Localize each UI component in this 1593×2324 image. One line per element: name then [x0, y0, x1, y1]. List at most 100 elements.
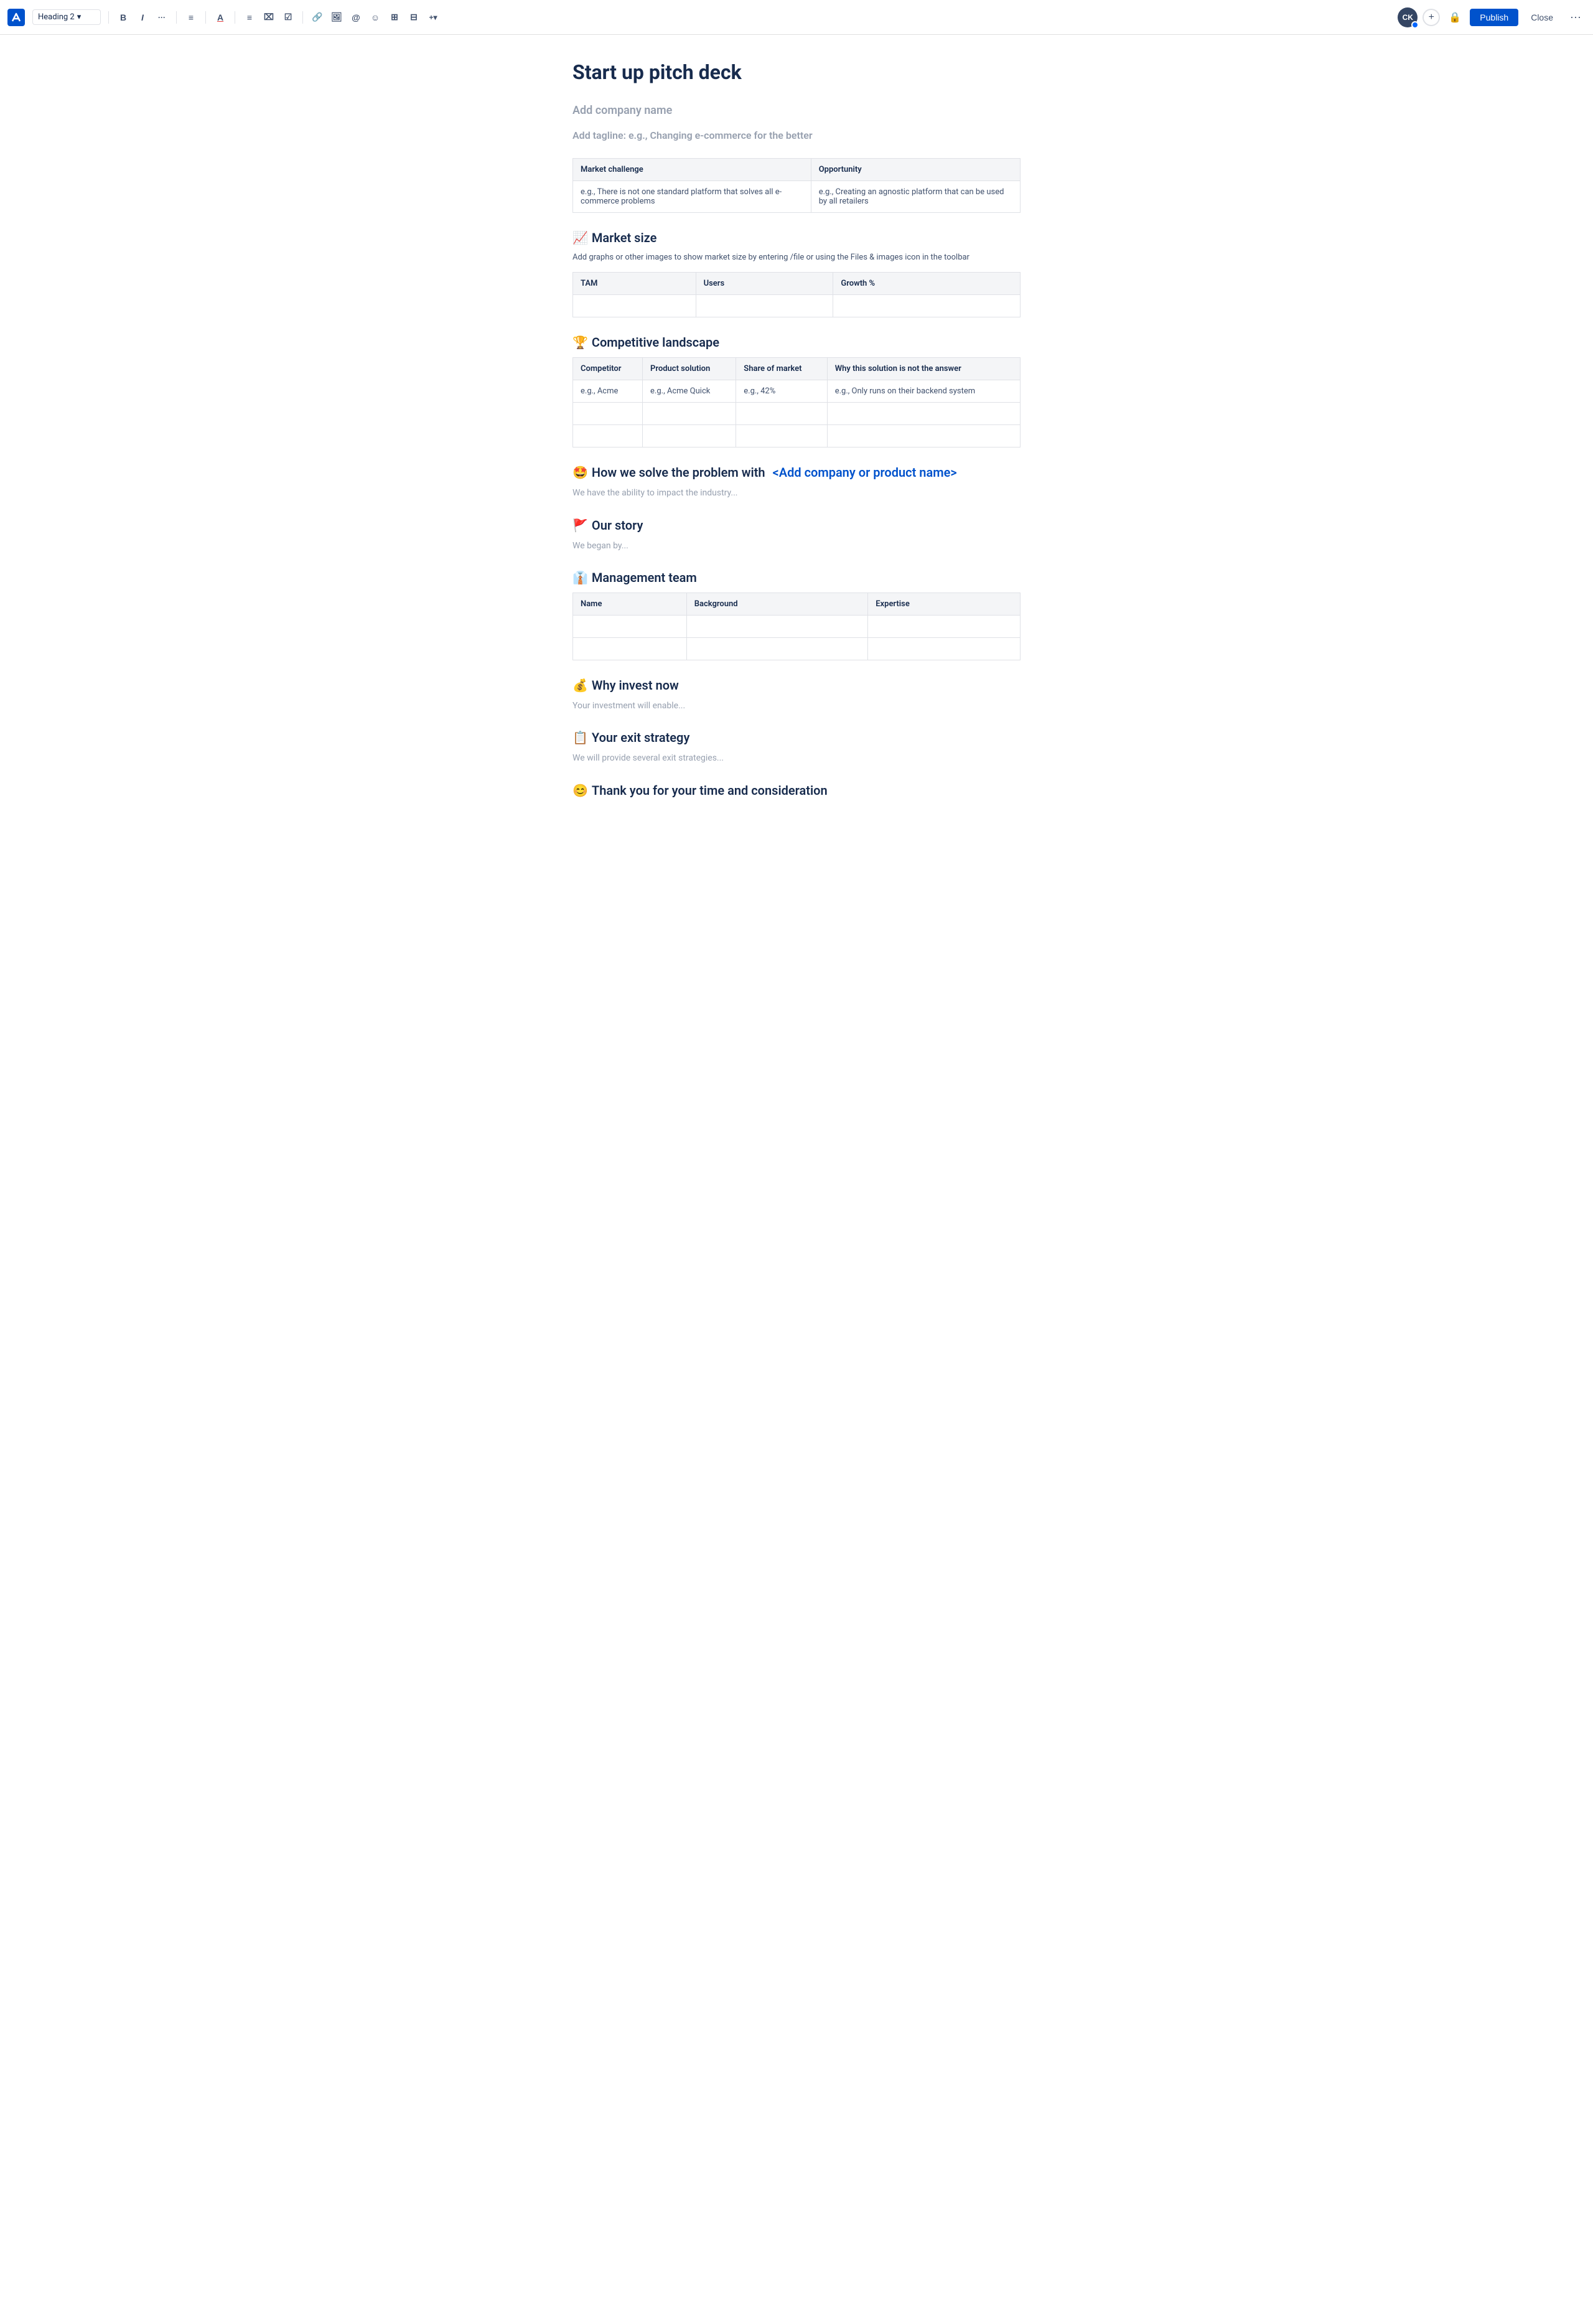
task-list-icon: ☑ — [284, 12, 292, 22]
task-list-button[interactable]: ☑ — [279, 8, 297, 27]
list-buttons: ≡ ⌧ ☑ — [240, 8, 297, 27]
page-title[interactable]: Start up pitch deck — [572, 60, 1021, 85]
company-name-placeholder[interactable]: Add company name — [572, 102, 1021, 120]
table-row — [573, 403, 1021, 425]
table-cell[interactable] — [643, 403, 736, 425]
table-cell[interactable] — [686, 615, 867, 637]
table-cell[interactable]: e.g., Creating an agnostic platform that… — [811, 181, 1020, 213]
avatar-initials: CK — [1403, 13, 1413, 22]
insert-more-icon: +▾ — [429, 13, 437, 22]
invest-title: Why invest now — [592, 678, 679, 693]
table-cell[interactable] — [827, 425, 1020, 447]
table-cell[interactable] — [573, 637, 687, 660]
table-cell[interactable] — [736, 425, 827, 447]
lock-button[interactable]: 🔒 — [1445, 7, 1465, 27]
table-header-name: Name — [573, 593, 687, 615]
solve-title-link[interactable]: <Add company or product name> — [773, 465, 957, 480]
table-cell[interactable]: e.g., 42% — [736, 380, 827, 403]
table-row — [573, 615, 1021, 637]
story-emoji: 🚩 — [572, 518, 588, 533]
table-header-market-challenge: Market challenge — [573, 159, 811, 181]
table-cell[interactable]: e.g., Only runs on their backend system — [827, 380, 1020, 403]
table-header-tam: TAM — [573, 273, 696, 295]
invest-heading: 💰 Why invest now — [572, 678, 1021, 693]
layout-button[interactable]: ⊟ — [404, 8, 423, 27]
table-cell[interactable]: e.g., There is not one standard platform… — [573, 181, 811, 213]
italic-button[interactable]: I — [133, 8, 152, 27]
divider-3 — [205, 11, 206, 24]
thanks-title: Thank you for your time and consideratio… — [592, 783, 828, 798]
market-size-emoji: 📈 — [572, 230, 588, 245]
text-color-icon: A — [217, 12, 223, 22]
add-collaborator-button[interactable]: + — [1422, 9, 1440, 26]
tagline-placeholder[interactable]: Add tagline: e.g., Changing e-commerce f… — [572, 128, 1021, 144]
table-cell[interactable] — [573, 425, 643, 447]
app-logo — [7, 9, 25, 26]
table-cell[interactable] — [573, 615, 687, 637]
table-header-share-of-market: Share of market — [736, 358, 827, 380]
solve-emoji: 🤩 — [572, 465, 588, 480]
table-header-expertise: Expertise — [868, 593, 1021, 615]
emoji-icon: ☺ — [371, 12, 380, 22]
numbered-list-button[interactable]: ⌧ — [259, 8, 278, 27]
close-button[interactable]: Close — [1523, 9, 1561, 26]
table-cell[interactable]: e.g., Acme — [573, 380, 643, 403]
toolbar-right: CK + 🔒 Publish Close ··· — [1398, 7, 1586, 27]
table-header-users: Users — [696, 273, 833, 295]
thanks-emoji: 😊 — [572, 783, 588, 798]
table-row — [573, 425, 1021, 447]
heading-selector[interactable]: Heading 2 ▾ — [32, 9, 101, 25]
image-button[interactable]: 🖼 — [327, 8, 346, 27]
mention-button[interactable]: @ — [347, 8, 365, 27]
numbered-list-icon: ⌧ — [264, 12, 274, 22]
table-header-why-not-answer: Why this solution is not the answer — [827, 358, 1020, 380]
solve-title-prefix: How we solve the problem with — [592, 465, 765, 480]
our-story-heading: 🚩 Our story — [572, 518, 1021, 533]
exit-title: Your exit strategy — [592, 730, 689, 745]
management-table: Name Background Expertise — [572, 593, 1021, 660]
exit-description: We will provide several exit strategies.… — [572, 751, 1021, 765]
story-description: We began by... — [572, 539, 1021, 553]
invest-emoji: 💰 — [572, 678, 588, 693]
table-cell[interactable]: e.g., Acme Quick — [643, 380, 736, 403]
insert-more-button[interactable]: +▾ — [424, 8, 442, 27]
market-size-table: TAM Users Growth % — [572, 272, 1021, 317]
invest-description: Your investment will enable... — [572, 699, 1021, 713]
more-options-button[interactable]: ··· — [1566, 7, 1586, 27]
table-cell[interactable] — [868, 637, 1021, 660]
toolbar: Heading 2 ▾ B I ··· ≡ A ≡ ⌧ ☑ 🔗 🖼 — [0, 0, 1593, 35]
management-emoji: 👔 — [572, 570, 588, 585]
link-button[interactable]: 🔗 — [308, 8, 327, 27]
table-cell[interactable] — [573, 403, 643, 425]
table-button[interactable]: ⊞ — [385, 8, 404, 27]
competitive-table: Competitor Product solution Share of mar… — [572, 357, 1021, 447]
table-icon: ⊞ — [391, 12, 398, 22]
align-icon: ≡ — [189, 12, 194, 22]
table-row — [573, 637, 1021, 660]
bold-button[interactable]: B — [114, 8, 133, 27]
emoji-button[interactable]: ☺ — [366, 8, 385, 27]
table-cell[interactable] — [868, 615, 1021, 637]
content-area: Start up pitch deck Add company name Add… — [560, 35, 1033, 854]
table-row: e.g., There is not one standard platform… — [573, 181, 1021, 213]
table-cell[interactable] — [696, 295, 833, 317]
market-size-title: Market size — [592, 230, 656, 245]
table-header-growth: Growth % — [833, 273, 1021, 295]
more-options-icon: ··· — [1570, 11, 1581, 24]
table-cell[interactable] — [643, 425, 736, 447]
publish-button[interactable]: Publish — [1470, 9, 1518, 26]
table-cell[interactable] — [833, 295, 1021, 317]
table-cell[interactable] — [736, 403, 827, 425]
align-button[interactable]: ≡ — [182, 8, 200, 27]
table-header-background: Background — [686, 593, 867, 615]
table-cell[interactable] — [573, 295, 696, 317]
table-cell[interactable] — [827, 403, 1020, 425]
color-button[interactable]: A — [211, 8, 230, 27]
more-format-button[interactable]: ··· — [152, 8, 171, 27]
format-buttons: B I ··· — [114, 8, 171, 27]
table-cell[interactable] — [686, 637, 867, 660]
insert-buttons: 🔗 🖼 @ ☺ ⊞ ⊟ +▾ — [308, 8, 442, 27]
heading-selector-label: Heading 2 — [38, 12, 75, 22]
bullet-list-button[interactable]: ≡ — [240, 8, 259, 27]
market-challenge-table: Market challenge Opportunity e.g., There… — [572, 158, 1021, 213]
